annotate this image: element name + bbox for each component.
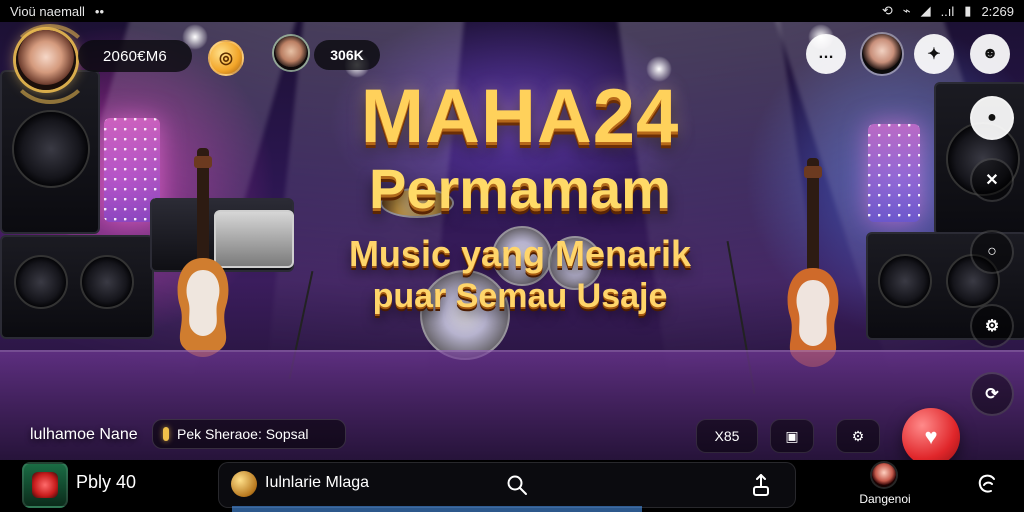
- settings-icon: ⚙: [851, 427, 865, 444]
- rail-icon-2: ✕: [985, 172, 999, 189]
- rail-button-5[interactable]: ⟳: [970, 372, 1014, 416]
- edge-logo-icon[interactable]: [976, 472, 1000, 496]
- bottom-left-thumbnail[interactable]: [22, 462, 68, 508]
- status-time: 2:269: [981, 3, 1014, 19]
- settings-button[interactable]: ⚙: [836, 419, 880, 453]
- sync-icon: ⟲: [881, 3, 893, 18]
- bottom-progress-bar: [232, 506, 642, 512]
- count-chip[interactable]: X85: [696, 419, 758, 453]
- gear-icon: ⚙: [984, 318, 1000, 335]
- camera-icon: ▣: [785, 427, 799, 444]
- bottom-search-bar[interactable]: Iulnlarie Mlaga: [218, 462, 796, 508]
- viewer-avatar[interactable]: [274, 36, 308, 70]
- count-chip-text: X85: [714, 428, 740, 444]
- bottom-left-text: Pbly 40: [76, 472, 137, 492]
- bottom-left-name: lulhamoe Nane: [30, 426, 138, 443]
- dealer-text: Iulnlarie Mlaga: [265, 474, 370, 491]
- left-speaker-cone-3: [80, 255, 134, 309]
- title-line-4: puar Semau Usaje: [372, 277, 668, 315]
- left-speaker-bottom: [0, 235, 154, 339]
- rail-button-4[interactable]: ⚙: [970, 304, 1014, 348]
- record-button[interactable]: ♥: [902, 408, 960, 466]
- profile-icon: ☻: [981, 45, 999, 62]
- signal-icon: ◢: [920, 3, 931, 18]
- bottom-right-avatar-icon[interactable]: [872, 463, 896, 487]
- rail-icon-3: ○: [987, 243, 997, 260]
- wifi-icon: ⌁: [902, 3, 911, 18]
- left-speaker-cone-2: [14, 255, 68, 309]
- chat-bubble-icon: …: [818, 45, 834, 62]
- chat-bubble-button[interactable]: …: [806, 34, 846, 74]
- refresh-icon: ⟳: [985, 386, 999, 403]
- right-led-panel: [868, 124, 920, 222]
- rail-button-1[interactable]: ●: [970, 96, 1014, 140]
- host-avatar-badge[interactable]: [8, 24, 92, 104]
- title-line-1: MAHA24: [360, 74, 680, 159]
- viewer-count: 306K: [330, 47, 364, 63]
- coin-button[interactable]: ◎: [208, 40, 244, 76]
- record-icon: ♥: [924, 424, 938, 449]
- status-left-dots: ••: [94, 3, 105, 19]
- left-guitar: [177, 148, 229, 357]
- left-speaker-cone: [12, 110, 90, 188]
- status-right-extra: ..ıl: [940, 3, 955, 19]
- right-guitar: [787, 158, 839, 367]
- status-bar: Vioü naemall •• ⟲ ⌁ ◢ ..ıl ▮ 2:269: [0, 0, 1024, 22]
- status-left-text: Vioü naemall: [10, 3, 85, 19]
- coins-pill[interactable]: 2060€M6: [78, 40, 192, 72]
- share-icon: ✦: [927, 46, 941, 63]
- title-line-2: Permamam: [369, 157, 671, 220]
- speaker-chip[interactable]: Pek Sheraoe: Sopsal: [152, 419, 346, 449]
- rail-button-3[interactable]: ○: [970, 230, 1014, 274]
- search-icon[interactable]: [505, 473, 529, 497]
- dealer-avatar-icon: [231, 471, 257, 497]
- rail-button-2[interactable]: ✕: [970, 158, 1014, 202]
- right-speaker-cone-2: [878, 254, 932, 308]
- stage-floor-line: [0, 350, 1024, 352]
- viewer-count-pill[interactable]: 306K: [314, 40, 380, 70]
- title-line-3: Music yang Menarik: [348, 233, 692, 274]
- battery-icon: ▮: [964, 3, 972, 18]
- coin-icon: ◎: [219, 50, 233, 67]
- top-right-avatar[interactable]: [862, 34, 902, 74]
- coins-text: 2060€M6: [103, 47, 167, 65]
- profile-button[interactable]: ☻: [970, 34, 1010, 74]
- share-button[interactable]: ✦: [914, 34, 954, 74]
- camera-button[interactable]: ▣: [770, 419, 814, 453]
- speaker-chip-text: Pek Sheraoe: Sopsal: [177, 426, 309, 442]
- bottom-right-label: Dangenoi: [859, 492, 911, 506]
- hero-title: MAHA24 Permamam Music yang Menarik puar …: [260, 78, 780, 316]
- rail-icon-1: ●: [987, 109, 997, 126]
- thumbnail-icon: [32, 472, 58, 498]
- app-root: Vioü naemall •• ⟲ ⌁ ◢ ..ıl ▮ 2:269 2060€…: [0, 0, 1024, 512]
- status-left: Vioü naemall ••: [10, 4, 104, 19]
- status-right: ⟲ ⌁ ◢ ..ıl ▮ 2:269: [882, 3, 1014, 19]
- upload-icon[interactable]: [751, 473, 771, 497]
- speaker-chip-indicator: [163, 427, 169, 441]
